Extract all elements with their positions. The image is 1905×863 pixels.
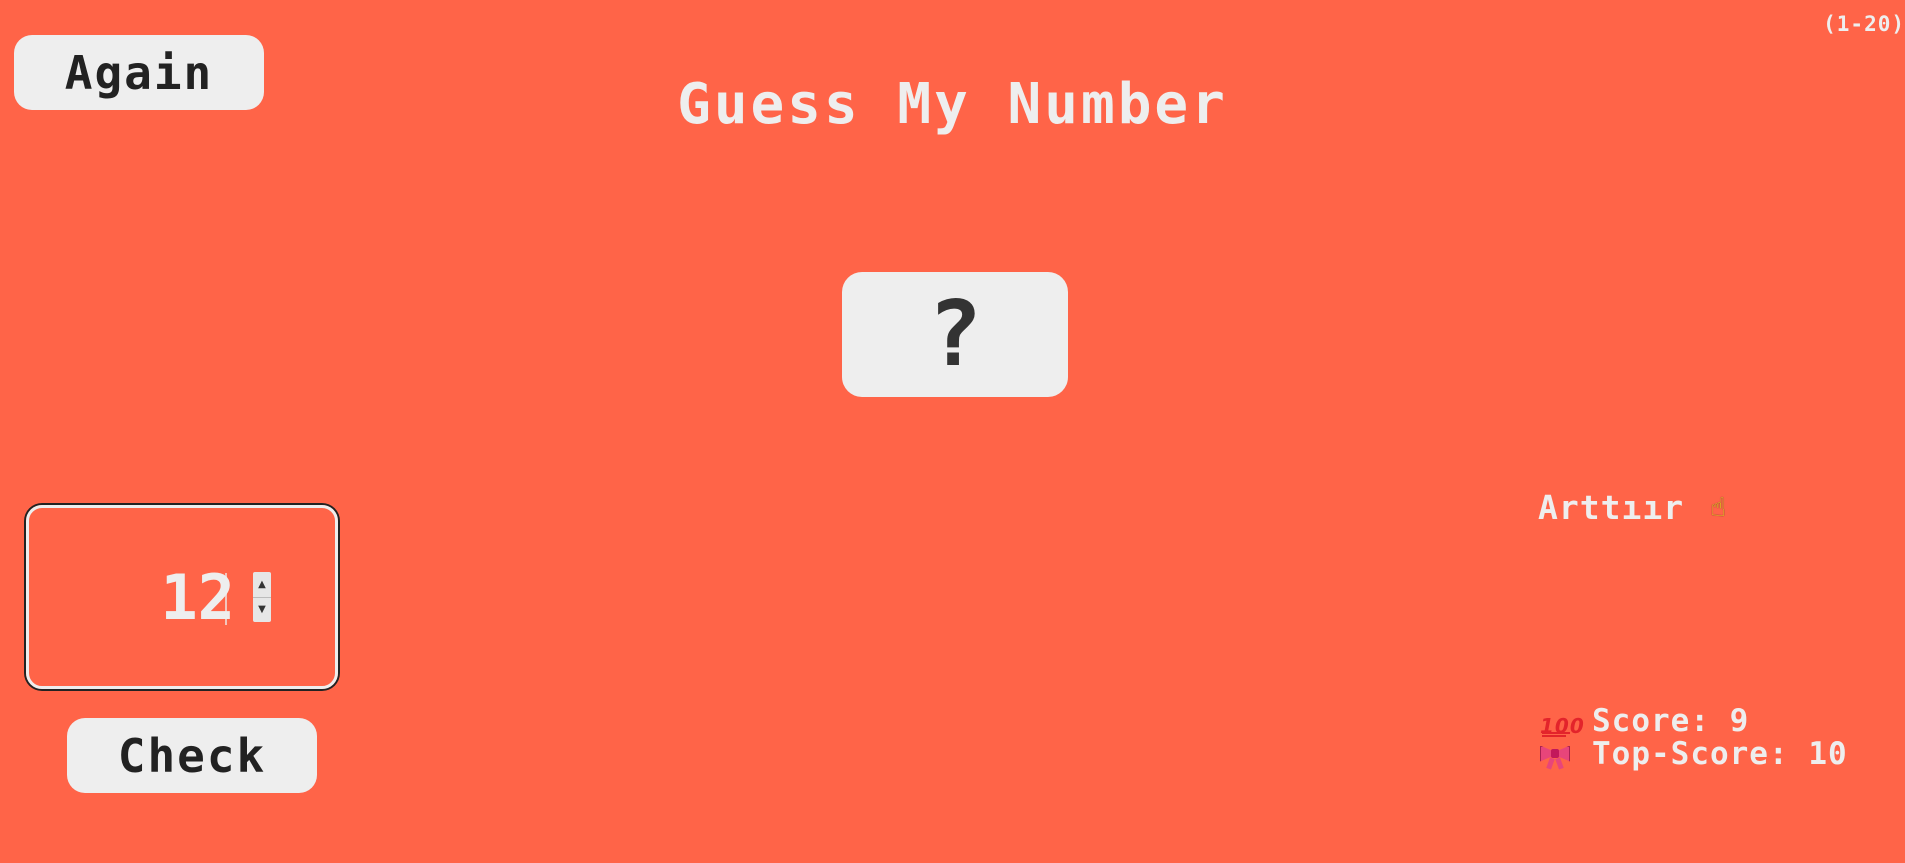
ribbon-icon [1540,743,1570,770]
score-line: 100 Score: 9 [1540,705,1870,738]
status-message: Arttıır ☝ [1538,488,1727,527]
status-message-text: Arttıır [1538,488,1685,527]
pointing-hand-icon: ☝ [1710,492,1727,523]
score-panel: 100 Score: 9 Top-Score: 10 [1540,705,1870,771]
text-caret [225,573,227,625]
hundred-points-icon: 100 [1540,713,1585,738]
guess-input[interactable] [125,558,235,636]
number-spinner: ▲ ▼ [253,572,271,622]
top-score-value: 10 [1808,736,1848,772]
secret-number-box: ? [842,272,1068,397]
page-title: Guess My Number [677,72,1228,137]
score-value: 9 [1729,703,1750,739]
range-hint: (1-20) [1823,12,1905,36]
check-button[interactable]: Check [67,718,317,793]
top-score-line: Top-Score: 10 [1540,738,1870,771]
spin-up-icon[interactable]: ▲ [253,572,271,598]
top-score-label: Top-Score: [1592,736,1789,772]
score-label: Score: [1592,703,1710,739]
guess-input-wrapper: ▲ ▼ [26,505,338,689]
spin-down-icon[interactable]: ▼ [253,598,271,623]
